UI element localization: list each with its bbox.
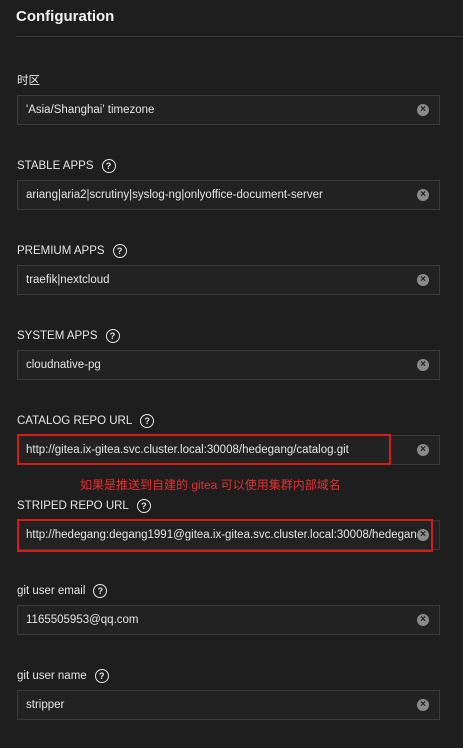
section-title: Configuration xyxy=(16,8,115,25)
help-circle-icon[interactable]: ? xyxy=(140,414,155,428)
system-apps-input[interactable] xyxy=(18,351,418,379)
clear-circle-icon[interactable]: × xyxy=(417,529,429,541)
label-text: STRIPED REPO URL xyxy=(17,500,129,512)
stable-apps-field[interactable]: × xyxy=(17,180,440,210)
premium-apps-input[interactable] xyxy=(18,266,418,294)
premium-apps-field[interactable]: × xyxy=(17,265,440,295)
striped-repo-url-field[interactable]: × xyxy=(17,520,440,550)
field-label-striped-repo-url: STRIPED REPO URL ? xyxy=(17,498,151,514)
catalog-repo-url-input[interactable] xyxy=(18,436,418,464)
help-circle-icon[interactable]: ? xyxy=(112,244,127,258)
field-label-git-user-name: git user name ? xyxy=(17,668,109,684)
help-circle-icon[interactable]: ? xyxy=(101,159,116,173)
help-circle-icon[interactable]: ? xyxy=(105,329,120,343)
striped-repo-url-input[interactable] xyxy=(18,521,418,549)
field-label-timezone: 时区 xyxy=(17,72,40,88)
timezone-field[interactable]: × xyxy=(17,95,440,125)
help-circle-icon[interactable]: ? xyxy=(136,499,151,513)
git-user-email-field[interactable]: × xyxy=(17,605,440,635)
annotation-note: 如果是推送到自建的 gitea 可以使用集群内部域名 xyxy=(80,478,341,492)
help-circle-icon[interactable]: ? xyxy=(93,584,108,598)
catalog-repo-url-field[interactable]: × xyxy=(17,435,440,465)
git-user-name-input[interactable] xyxy=(18,691,418,719)
help-circle-icon[interactable]: ? xyxy=(94,669,109,683)
divider xyxy=(16,36,463,37)
field-label-git-user-email: git user email ? xyxy=(17,583,108,599)
timezone-input[interactable] xyxy=(18,96,418,124)
clear-circle-icon[interactable]: × xyxy=(417,104,429,116)
field-label-system-apps: SYSTEM APPS ? xyxy=(17,328,120,344)
field-label-catalog-repo-url: CATALOG REPO URL ? xyxy=(17,413,155,429)
label-text: CATALOG REPO URL xyxy=(17,415,133,427)
label-text: git user email xyxy=(17,585,86,597)
field-label-stable-apps: STABLE APPS ? xyxy=(17,158,116,174)
clear-circle-icon[interactable]: × xyxy=(417,444,429,456)
clear-circle-icon[interactable]: × xyxy=(417,359,429,371)
clear-circle-icon[interactable]: × xyxy=(417,189,429,201)
system-apps-field[interactable]: × xyxy=(17,350,440,380)
label-text: PREMIUM APPS xyxy=(17,245,105,257)
field-label-premium-apps: PREMIUM APPS ? xyxy=(17,243,127,259)
git-user-name-field[interactable]: × xyxy=(17,690,440,720)
git-user-email-input[interactable] xyxy=(18,606,418,634)
label-text: 时区 xyxy=(17,75,40,87)
label-text: git user name xyxy=(17,670,87,682)
clear-circle-icon[interactable]: × xyxy=(417,274,429,286)
clear-circle-icon[interactable]: × xyxy=(417,614,429,626)
stable-apps-input[interactable] xyxy=(18,181,418,209)
clear-circle-icon[interactable]: × xyxy=(417,699,429,711)
label-text: STABLE APPS xyxy=(17,160,94,172)
label-text: SYSTEM APPS xyxy=(17,330,98,342)
